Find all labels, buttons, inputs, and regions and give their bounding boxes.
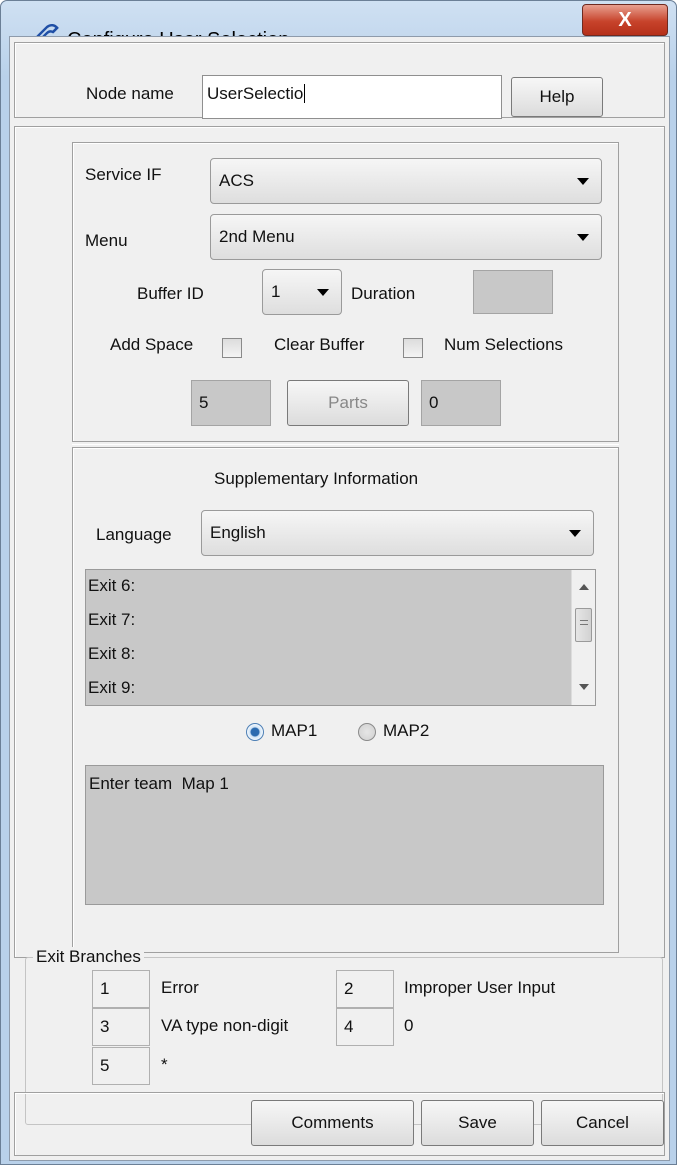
menu-dropdown[interactable]: 2nd Menu bbox=[210, 214, 602, 260]
chevron-down-icon bbox=[317, 289, 329, 296]
map-text-area[interactable]: Enter team Map 1 bbox=[85, 765, 604, 905]
exit-branches-title: Exit Branches bbox=[33, 947, 144, 967]
exit-branch-label-4: 0 bbox=[404, 1016, 414, 1035]
scroll-up-arrow-icon[interactable] bbox=[579, 584, 589, 590]
divider bbox=[72, 441, 619, 445]
scrollbar-thumb[interactable] bbox=[575, 608, 592, 642]
node-name-label: Node name bbox=[86, 84, 174, 103]
duration-field[interactable] bbox=[473, 270, 553, 314]
list-item[interactable]: Exit 9: bbox=[88, 678, 135, 698]
comments-button[interactable]: Comments bbox=[251, 1100, 414, 1146]
exit-branch-num-5: 5 bbox=[92, 1047, 150, 1085]
exit-branch-label-3: VA type non-digit bbox=[161, 1016, 289, 1035]
list-item[interactable]: Exit 6: bbox=[88, 576, 135, 596]
help-button[interactable]: Help bbox=[511, 77, 603, 117]
map2-label: MAP2 bbox=[383, 721, 430, 740]
language-value: English bbox=[210, 523, 266, 542]
add-space-label: Add Space bbox=[110, 335, 194, 354]
vertical-scrollbar[interactable] bbox=[571, 570, 595, 705]
exit-list[interactable]: Exit 6: Exit 7: Exit 8: Exit 9: bbox=[85, 569, 596, 706]
node-name-value: UserSelectio bbox=[207, 84, 304, 103]
parts-right-field[interactable]: 0 bbox=[421, 380, 501, 426]
exit-branch-label-5: * bbox=[161, 1055, 168, 1074]
exit-branch-num-3: 3 bbox=[92, 1008, 150, 1046]
map-text-value: Enter team Map 1 bbox=[89, 774, 229, 793]
supplementary-title: Supplementary Information bbox=[214, 469, 419, 488]
dialog-window: Configure User Selection X Node name Use… bbox=[0, 0, 677, 1165]
parts-left-field[interactable]: 5 bbox=[191, 380, 271, 426]
service-if-label: Service IF bbox=[85, 165, 162, 184]
cancel-button[interactable]: Cancel bbox=[541, 1100, 664, 1146]
buffer-id-value: 1 bbox=[271, 282, 281, 301]
language-label: Language bbox=[96, 525, 172, 544]
dialog-client-area: Node name UserSelectio Help Service IF A… bbox=[9, 36, 670, 1161]
list-item[interactable]: Exit 7: bbox=[88, 610, 135, 630]
menu-label: Menu bbox=[85, 231, 128, 250]
node-name-input[interactable]: UserSelectio bbox=[202, 75, 502, 119]
close-button[interactable]: X bbox=[582, 4, 668, 36]
clear-buffer-checkbox[interactable] bbox=[403, 338, 423, 358]
menu-value: 2nd Menu bbox=[219, 227, 295, 246]
buffer-id-label: Buffer ID bbox=[137, 284, 204, 303]
list-item[interactable]: Exit 8: bbox=[88, 644, 135, 664]
add-space-checkbox[interactable] bbox=[222, 338, 242, 358]
chevron-down-icon bbox=[569, 530, 581, 537]
chevron-down-icon bbox=[577, 178, 589, 185]
service-if-value: ACS bbox=[219, 171, 254, 190]
exit-branch-num-2: 2 bbox=[336, 970, 394, 1008]
service-if-dropdown[interactable]: ACS bbox=[210, 158, 602, 204]
map1-label: MAP1 bbox=[271, 721, 318, 740]
exit-branch-label-2: Improper User Input bbox=[404, 978, 556, 997]
chevron-down-icon bbox=[577, 234, 589, 241]
scroll-down-arrow-icon[interactable] bbox=[579, 684, 589, 690]
buffer-id-dropdown[interactable]: 1 bbox=[262, 269, 342, 315]
duration-label: Duration bbox=[351, 284, 416, 303]
save-button[interactable]: Save bbox=[421, 1100, 534, 1146]
parts-button[interactable]: Parts bbox=[287, 380, 409, 426]
map2-radio[interactable] bbox=[358, 723, 376, 741]
language-dropdown[interactable]: English bbox=[201, 510, 594, 556]
exit-branch-label-1: Error bbox=[161, 978, 199, 997]
num-selections-label: Num Selections bbox=[444, 335, 564, 354]
exit-branch-num-1: 1 bbox=[92, 970, 150, 1008]
exit-branch-num-4: 4 bbox=[336, 1008, 394, 1046]
clear-buffer-label: Clear Buffer bbox=[274, 335, 365, 354]
map1-radio[interactable] bbox=[246, 723, 264, 741]
